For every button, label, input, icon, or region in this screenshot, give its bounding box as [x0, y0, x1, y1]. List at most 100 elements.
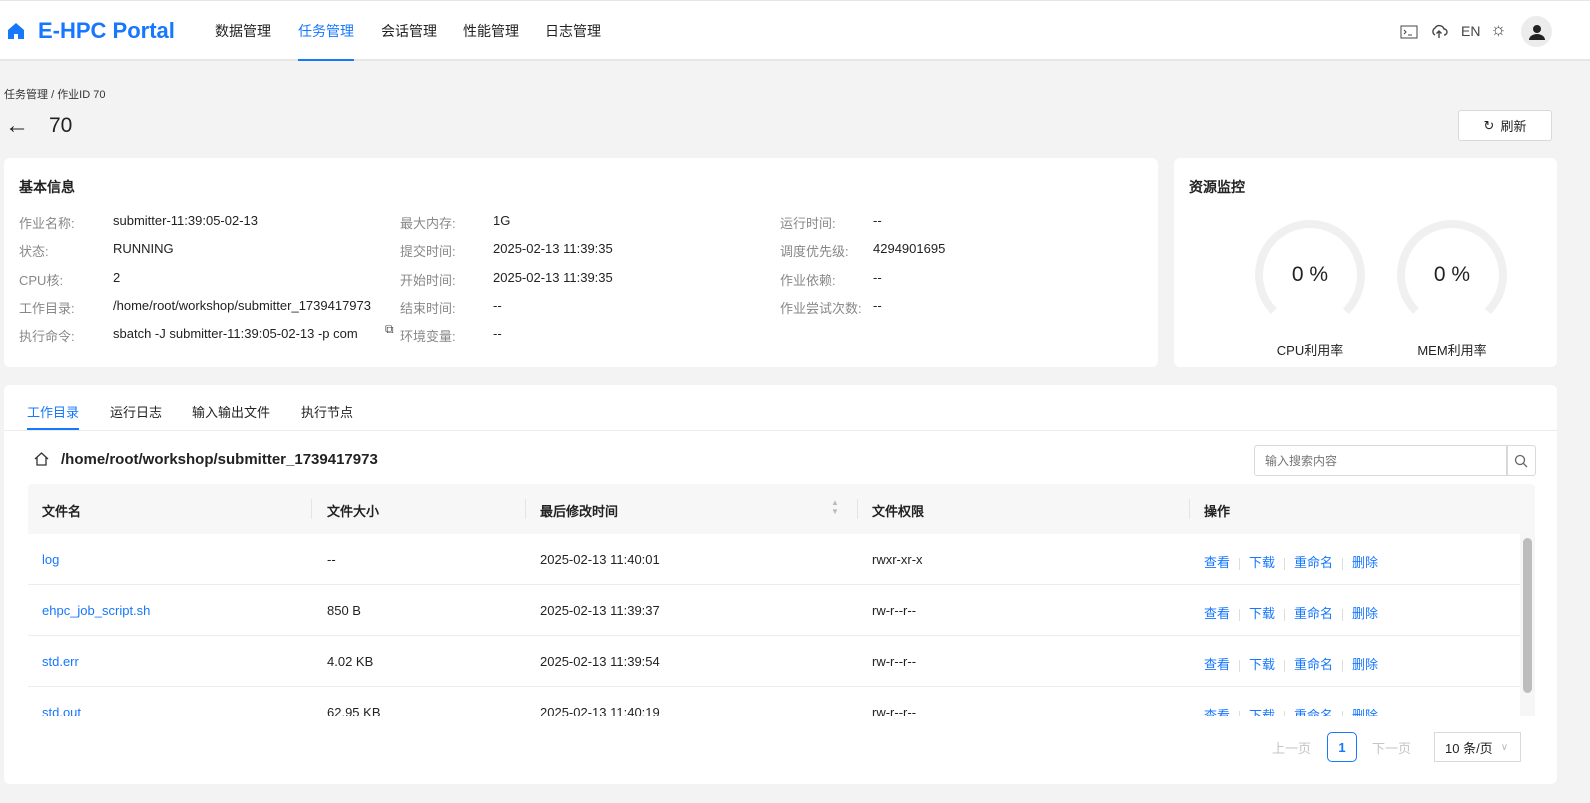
file-size: 4.02 KB — [327, 654, 374, 669]
action-0[interactable]: 查看 — [1204, 606, 1230, 621]
action-0[interactable]: 查看 — [1204, 708, 1230, 716]
file-name-link[interactable]: std.err — [42, 654, 79, 669]
search-icon — [1514, 454, 1528, 467]
search-button[interactable] — [1506, 445, 1536, 476]
refresh-button[interactable]: ↻ 刷新 — [1458, 110, 1552, 141]
avatar[interactable] — [1521, 16, 1552, 47]
page-1[interactable]: 1 — [1327, 732, 1357, 762]
file-name-link[interactable]: log — [42, 552, 59, 567]
action-2[interactable]: 重命名 — [1294, 708, 1333, 716]
breadcrumb-parent[interactable]: 任务管理 — [4, 89, 48, 101]
cloud-upload-icon[interactable] — [1430, 23, 1448, 39]
current-path: /home/root/workshop/submitter_1739417973 — [61, 451, 378, 468]
search-input[interactable] — [1254, 445, 1508, 476]
action-2[interactable]: 重命名 — [1294, 606, 1333, 621]
user-icon — [1528, 24, 1545, 40]
col-mtime[interactable]: 最后修改时间 — [540, 501, 618, 520]
table-row: ehpc_job_script.sh 850 B 2025-02-13 11:3… — [28, 585, 1520, 636]
next-page[interactable]: 下一页 — [1372, 738, 1411, 757]
copy-icon[interactable]: ⧉ — [385, 322, 394, 337]
refresh-icon: ↻ — [1483, 117, 1495, 133]
field-label: 结束时间: — [400, 301, 456, 316]
field-value: sbatch -J submitter-11:39:05-02-13 -p co… — [113, 326, 358, 341]
resource-monitor-title: 资源监控 — [1189, 179, 1245, 195]
action-3[interactable]: 删除 — [1352, 708, 1378, 716]
file-mtime: 2025-02-13 11:39:37 — [540, 603, 660, 618]
tab-workdir[interactable]: 工作目录 — [27, 402, 80, 430]
gauge-value: 0 % — [1291, 263, 1329, 286]
top-header: E-HPC Portal 数据管理 任务管理 会话管理 性能管理 日志管理 EN… — [0, 0, 1590, 61]
prev-page[interactable]: 上一页 — [1272, 738, 1311, 757]
action-1[interactable]: 下载 — [1249, 657, 1275, 672]
field-value: 1G — [493, 213, 511, 228]
sun-theme-icon[interactable]: ☼ — [1490, 19, 1507, 40]
field-label: 作业名称: — [19, 216, 75, 231]
field-value: 2 — [113, 270, 121, 285]
field-value: 2025-02-13 11:39:35 — [493, 241, 613, 256]
row-actions: 查看 下载 重命名 删除 — [1204, 705, 1378, 716]
scrollbar-track[interactable] — [1520, 534, 1535, 716]
file-name-link[interactable]: std.out — [42, 705, 81, 716]
nav-data[interactable]: 数据管理 — [215, 1, 271, 61]
action-0[interactable]: 查看 — [1204, 657, 1230, 672]
tab-io-files[interactable]: 输入输出文件 — [192, 402, 270, 421]
action-1[interactable]: 下载 — [1249, 606, 1275, 621]
brand-name: E-HPC Portal — [38, 18, 175, 43]
terminal-icon[interactable] — [1400, 25, 1418, 39]
language-toggle[interactable]: EN — [1461, 23, 1480, 39]
field-label: 运行时间: — [780, 216, 836, 231]
file-name-link[interactable]: ehpc_job_script.sh — [42, 603, 150, 618]
field-label: 环境变量: — [400, 329, 456, 344]
back-arrow-icon[interactable]: ← — [5, 112, 29, 140]
field-value: -- — [873, 213, 882, 228]
action-0[interactable]: 查看 — [1204, 555, 1230, 570]
basic-info-card: 基本信息 作业名称: submitter-11:39:05-02-13 状态: RUN… — [4, 158, 1158, 367]
table-row: log -- 2025-02-13 11:40:01 rwxr-xr-x 查看 下… — [28, 534, 1520, 585]
field-label: 状态: — [19, 244, 49, 259]
action-1[interactable]: 下载 — [1249, 708, 1275, 716]
field-value: -- — [873, 298, 882, 313]
nav-tasks[interactable]: 任务管理 — [298, 1, 354, 61]
nav-logs[interactable]: 日志管理 — [545, 1, 601, 61]
breadcrumb-current: 作业ID 70 — [57, 89, 106, 101]
scrollbar-thumb[interactable] — [1523, 538, 1532, 693]
basic-info-title: 基本信息 — [19, 179, 75, 195]
file-size: 850 B — [327, 603, 361, 618]
action-2[interactable]: 重命名 — [1294, 657, 1333, 672]
file-perm: rw-r--r-- — [872, 654, 917, 669]
field-label: 开始时间: — [400, 273, 456, 288]
field-value: 4294901695 — [873, 241, 946, 256]
file-size: 62.95 KB — [327, 705, 381, 716]
resource-monitor-card: 资源监控 0 % CPU利用率 0 % MEM利用率 — [1174, 158, 1557, 367]
action-2[interactable]: 重命名 — [1294, 555, 1333, 570]
breadcrumb: 任务管理 / 作业ID 70 — [4, 86, 105, 102]
tab-exec-nodes[interactable]: 执行节点 — [301, 402, 353, 421]
field-label: 最大内存: — [400, 216, 456, 231]
home-outline-icon[interactable] — [34, 452, 49, 466]
field-value: /home/root/workshop/submitter_1739417973 — [113, 298, 371, 313]
action-1[interactable]: 下载 — [1249, 555, 1275, 570]
action-3[interactable]: 删除 — [1352, 657, 1378, 672]
action-3[interactable]: 删除 — [1352, 555, 1378, 570]
table-body: log -- 2025-02-13 11:40:01 rwxr-xr-x 查看下… — [0, 534, 1590, 716]
table-row: std.err 4.02 KB 2025-02-13 11:39:54 rw-r… — [28, 636, 1520, 687]
page-size-select[interactable]: 10 条/页 ∨ — [1434, 732, 1521, 762]
nav-performance[interactable]: 性能管理 — [463, 1, 519, 61]
row-actions: 查看 下载 重命名 删除 — [1204, 654, 1378, 673]
table-row: std.out 62.95 KB 2025-02-13 11:40:19 rw-… — [28, 687, 1520, 716]
file-size: -- — [327, 552, 336, 567]
chevron-down-icon: ∨ — [1500, 741, 1509, 753]
col-name: 文件名 — [42, 504, 82, 519]
nav-sessions[interactable]: 会话管理 — [381, 1, 437, 61]
sort-icon[interactable]: ▲ ▼ — [831, 498, 839, 516]
file-perm: rw-r--r-- — [872, 705, 917, 716]
page-title: 70 — [49, 114, 73, 137]
brand[interactable]: E-HPC Portal — [6, 18, 175, 44]
col-actions: 操作 — [1204, 504, 1231, 519]
tab-run-log[interactable]: 运行日志 — [110, 402, 162, 421]
field-value: submitter-11:39:05-02-13 — [113, 213, 259, 228]
gauge-label: MEM利用率 — [1417, 343, 1487, 358]
action-3[interactable]: 删除 — [1352, 606, 1378, 621]
field-label: 作业尝试次数: — [780, 301, 862, 316]
row-actions: 查看 下载 重命名 删除 — [1204, 603, 1378, 622]
